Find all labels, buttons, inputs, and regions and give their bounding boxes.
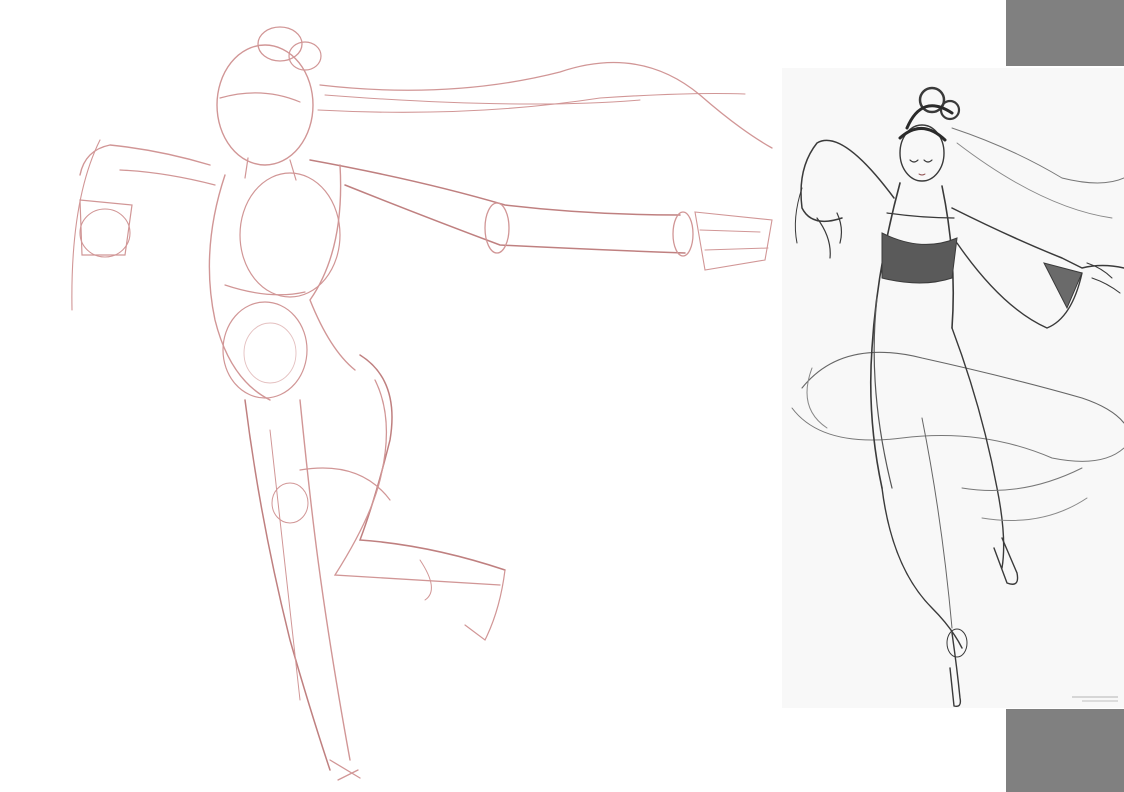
reference-torso [869,182,901,489]
sketch-sleeve [694,211,773,271]
sketch-right-arm [309,159,681,216]
reference-left-sleeve [800,139,895,223]
reference-right-sleeve [951,207,1124,269]
reference-foot [949,632,962,708]
drawing-canvas[interactable] [0,0,1124,792]
sketch-bent-leg [358,354,506,571]
gray-block-top [1006,0,1124,66]
sketch-left-arm [79,144,211,176]
sketch-torso [208,174,271,401]
sketch-pelvis [222,301,308,399]
gray-block-bottom [1006,709,1124,792]
reference-trousers [881,487,963,649]
sketch-head [216,44,314,166]
dancer-reference-drawing [791,86,1124,708]
reference-image-panel [782,68,1124,708]
watermark-mark [1072,696,1118,702]
sketch-hair-bun [257,26,303,62]
sketch-ribbon [317,92,746,113]
reference-bodice [881,232,958,284]
reference-foot [993,537,1019,585]
